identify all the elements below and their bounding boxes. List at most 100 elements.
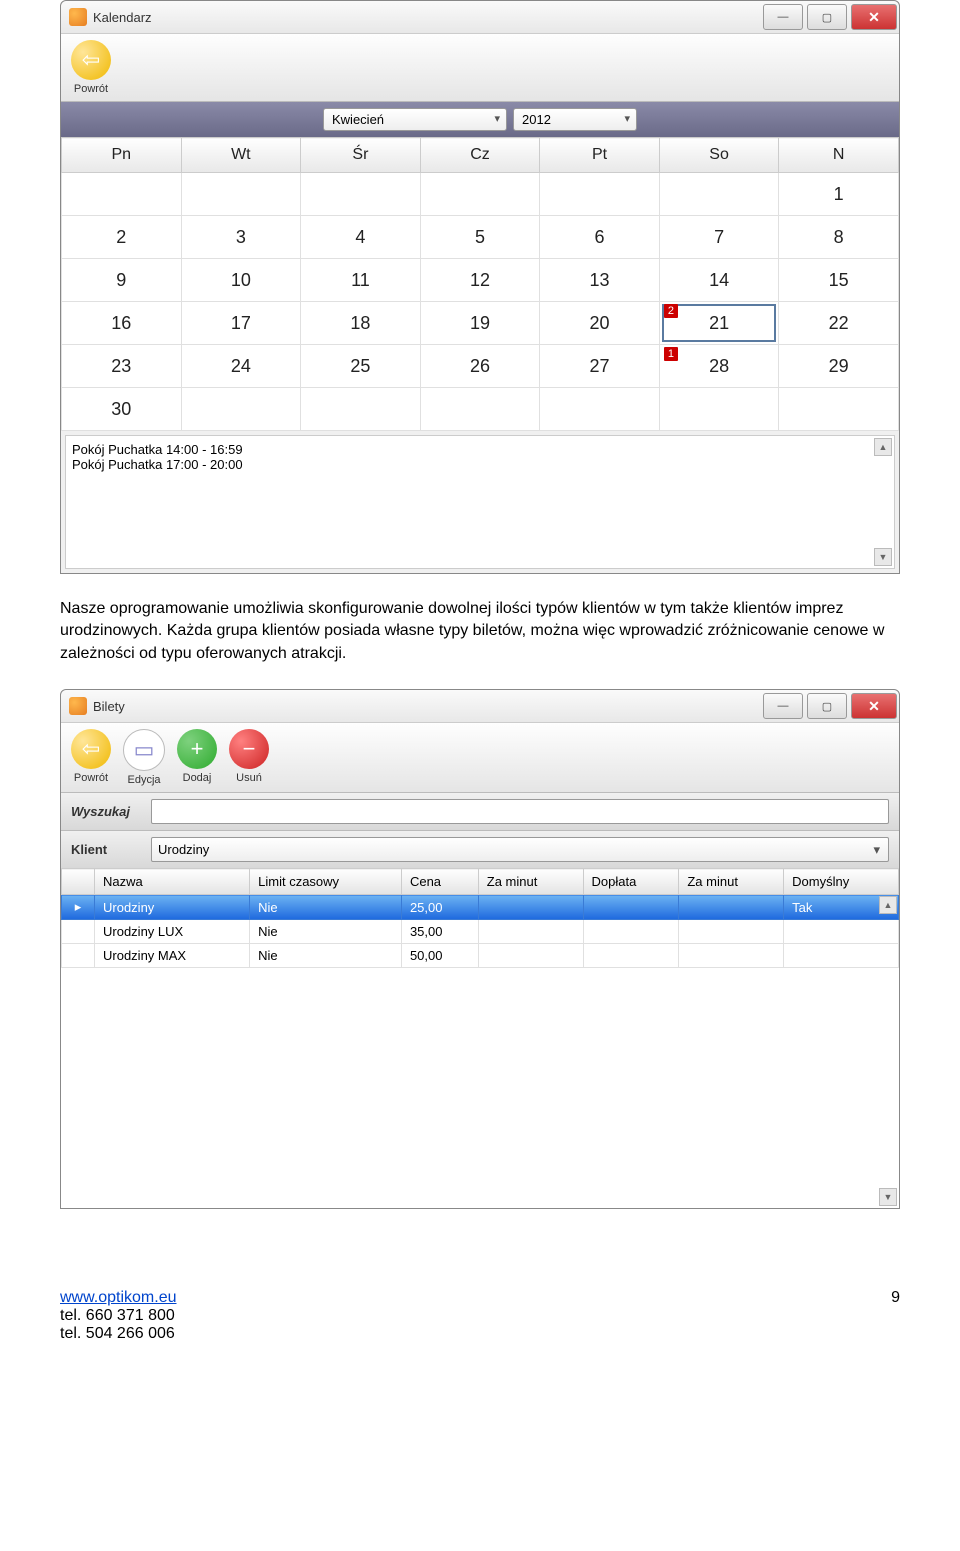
day-cell[interactable]: 281 bbox=[659, 345, 779, 388]
edit-button[interactable]: ▭ Edycja bbox=[123, 729, 165, 786]
day-cell[interactable]: 23 bbox=[62, 345, 182, 388]
cell-domyslny bbox=[784, 920, 899, 944]
footer-url[interactable]: www.optikom.eu bbox=[60, 1289, 177, 1306]
cell-limit: Nie bbox=[250, 920, 402, 944]
day-cell bbox=[181, 388, 301, 431]
maximize-button[interactable]: ▢ bbox=[807, 4, 847, 30]
search-input[interactable] bbox=[151, 799, 889, 824]
close-button[interactable]: ✕ bbox=[851, 4, 897, 30]
scroll-down-button[interactable]: ▼ bbox=[874, 548, 892, 566]
day-cell[interactable]: 212 bbox=[659, 302, 779, 345]
day-header: So bbox=[659, 138, 779, 173]
cell-cena: 25,00 bbox=[401, 895, 478, 920]
day-cell[interactable]: 25 bbox=[301, 345, 421, 388]
event-item[interactable]: Pokój Puchatka 17:00 - 20:00 bbox=[72, 457, 888, 472]
calendar-app-icon bbox=[69, 8, 87, 26]
day-cell bbox=[540, 388, 660, 431]
minimize-button[interactable]: — bbox=[763, 693, 803, 719]
day-cell[interactable]: 4 bbox=[301, 216, 421, 259]
day-cell[interactable]: 29 bbox=[779, 345, 899, 388]
table-scroll-down[interactable]: ▼ bbox=[879, 1188, 897, 1206]
day-cell[interactable]: 2 bbox=[62, 216, 182, 259]
day-cell[interactable]: 27 bbox=[540, 345, 660, 388]
day-header: Pt bbox=[540, 138, 660, 173]
table-row[interactable]: Urodziny LUXNie35,00 bbox=[62, 920, 899, 944]
day-cell[interactable]: 1 bbox=[779, 173, 899, 216]
table-scroll-up[interactable]: ▲ bbox=[879, 896, 897, 914]
day-cell[interactable]: 18 bbox=[301, 302, 421, 345]
day-cell[interactable]: 24 bbox=[181, 345, 301, 388]
year-dropdown[interactable]: 2012 bbox=[513, 108, 637, 131]
day-cell[interactable]: 9 bbox=[62, 259, 182, 302]
tickets-table: NazwaLimit czasowyCenaZa minutDopłataZa … bbox=[61, 868, 899, 968]
close-button[interactable]: ✕ bbox=[851, 693, 897, 719]
table-row[interactable]: ▸UrodzinyNie25,00Tak bbox=[62, 895, 899, 920]
day-cell[interactable]: 22 bbox=[779, 302, 899, 345]
back-button[interactable]: ⇦ Powrót bbox=[71, 40, 111, 95]
column-header[interactable]: Domyślny bbox=[784, 869, 899, 895]
day-cell[interactable]: 13 bbox=[540, 259, 660, 302]
cell-cena: 35,00 bbox=[401, 920, 478, 944]
back-label: Powrót bbox=[74, 83, 108, 95]
day-cell[interactable]: 7 bbox=[659, 216, 779, 259]
column-header[interactable]: Za minut bbox=[679, 869, 784, 895]
day-cell[interactable]: 12 bbox=[420, 259, 540, 302]
day-cell[interactable]: 10 bbox=[181, 259, 301, 302]
day-cell[interactable]: 20 bbox=[540, 302, 660, 345]
footer-tel2: tel. 504 266 006 bbox=[60, 1325, 175, 1342]
day-cell[interactable]: 17 bbox=[181, 302, 301, 345]
scroll-up-button[interactable]: ▲ bbox=[874, 438, 892, 456]
day-cell[interactable]: 11 bbox=[301, 259, 421, 302]
client-dropdown[interactable]: Urodziny bbox=[151, 837, 889, 862]
delete-button[interactable]: − Usuń bbox=[229, 729, 269, 784]
column-header[interactable]: Dopłata bbox=[583, 869, 679, 895]
day-header: Cz bbox=[420, 138, 540, 173]
day-cell[interactable]: 19 bbox=[420, 302, 540, 345]
tickets-titlebar: Bilety — ▢ ✕ bbox=[61, 690, 899, 723]
cell-zaminut2 bbox=[679, 895, 784, 920]
cell-doplata bbox=[583, 944, 679, 968]
day-cell[interactable]: 30 bbox=[62, 388, 182, 431]
column-header[interactable]: Nazwa bbox=[95, 869, 250, 895]
event-count-badge: 2 bbox=[664, 304, 678, 318]
page-number: 9 bbox=[891, 1289, 900, 1307]
row-marker bbox=[62, 920, 95, 944]
day-cell[interactable]: 3 bbox=[181, 216, 301, 259]
day-cell bbox=[301, 173, 421, 216]
cell-zaminut2 bbox=[679, 920, 784, 944]
day-cell bbox=[301, 388, 421, 431]
day-cell[interactable]: 16 bbox=[62, 302, 182, 345]
client-label: Klient bbox=[71, 842, 141, 857]
table-row[interactable]: Urodziny MAXNie50,00 bbox=[62, 944, 899, 968]
month-dropdown[interactable]: Kwiecień bbox=[323, 108, 507, 131]
day-cell[interactable]: 8 bbox=[779, 216, 899, 259]
day-cell[interactable]: 5 bbox=[420, 216, 540, 259]
maximize-button[interactable]: ▢ bbox=[807, 693, 847, 719]
plus-icon: + bbox=[177, 729, 217, 769]
minimize-button[interactable]: — bbox=[763, 4, 803, 30]
event-item[interactable]: Pokój Puchatka 14:00 - 16:59 bbox=[72, 442, 888, 457]
day-cell[interactable]: 6 bbox=[540, 216, 660, 259]
day-cell[interactable]: 15 bbox=[779, 259, 899, 302]
column-header[interactable]: Za minut bbox=[478, 869, 583, 895]
day-cell[interactable]: 14 bbox=[659, 259, 779, 302]
cell-zaminut1 bbox=[478, 895, 583, 920]
arrow-left-icon: ⇦ bbox=[71, 40, 111, 80]
calendar-window: Kalendarz — ▢ ✕ ⇦ Powrót Kwiecień 2012 P… bbox=[60, 0, 900, 574]
page-footer: 9 www.optikom.eu tel. 660 371 800 tel. 5… bbox=[60, 1289, 900, 1343]
client-bar: Klient Urodziny bbox=[61, 831, 899, 868]
column-header[interactable]: Cena bbox=[401, 869, 478, 895]
back-button[interactable]: ⇦ Powrót bbox=[71, 729, 111, 784]
calendar-toolbar: ⇦ Powrót bbox=[61, 34, 899, 102]
day-cell[interactable]: 26 bbox=[420, 345, 540, 388]
cell-zaminut2 bbox=[679, 944, 784, 968]
document-icon: ▭ bbox=[123, 729, 165, 771]
day-cell bbox=[540, 173, 660, 216]
cell-domyslny bbox=[784, 944, 899, 968]
cell-cena: 50,00 bbox=[401, 944, 478, 968]
day-cell bbox=[420, 173, 540, 216]
column-header[interactable]: Limit czasowy bbox=[250, 869, 402, 895]
search-bar: Wyszukaj bbox=[61, 793, 899, 831]
add-button[interactable]: + Dodaj bbox=[177, 729, 217, 784]
month-selector-bar: Kwiecień 2012 bbox=[61, 102, 899, 137]
